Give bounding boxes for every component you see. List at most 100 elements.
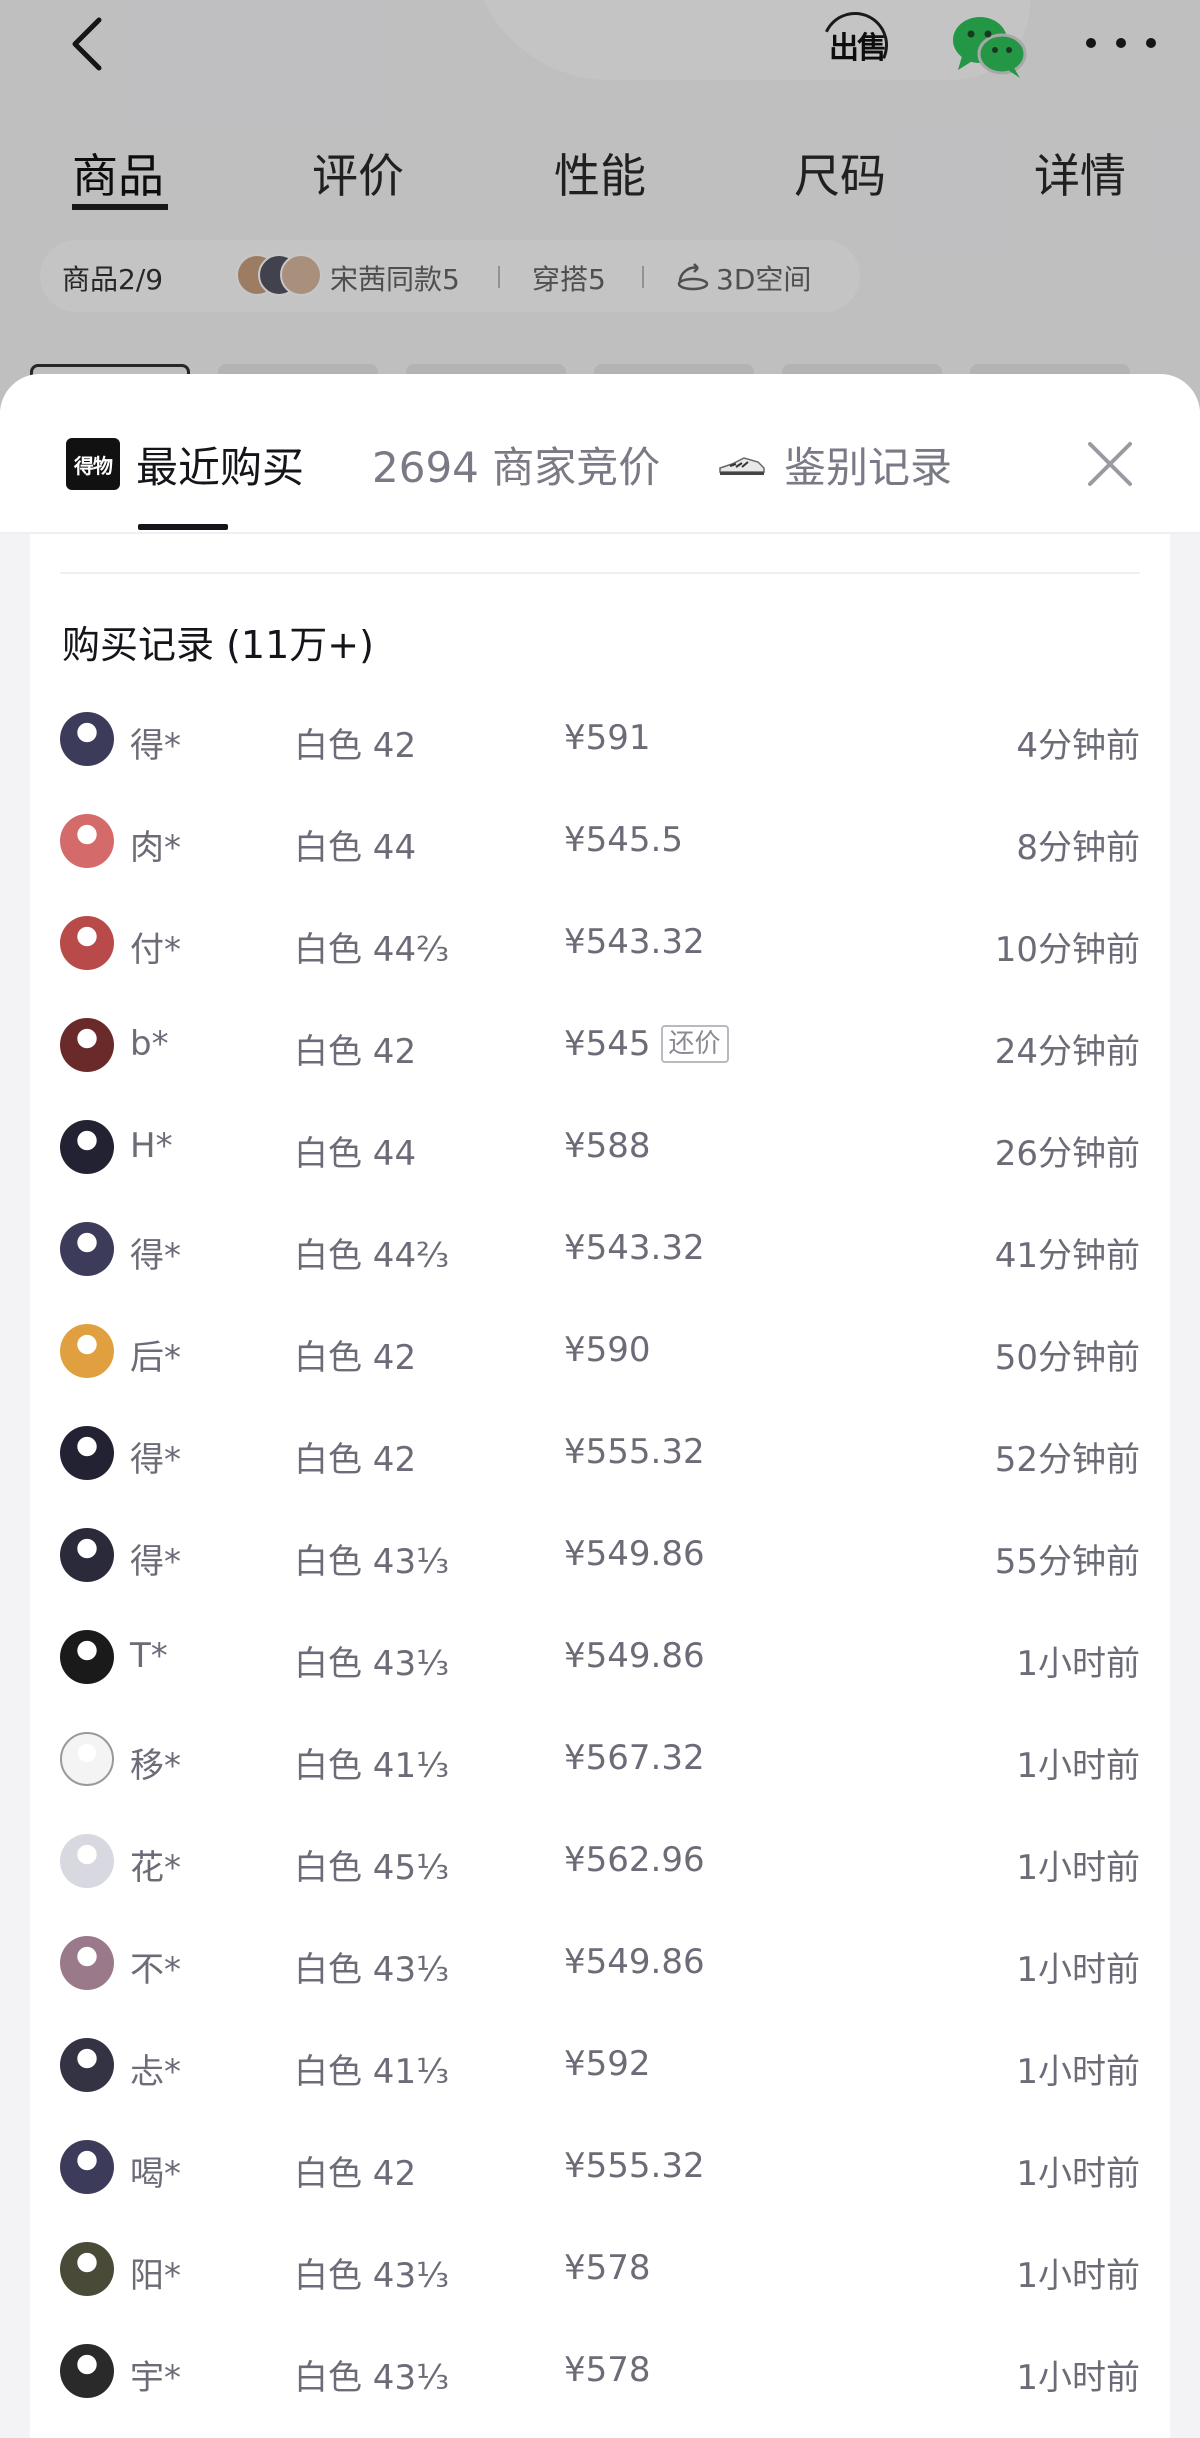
purchased-size: 白色 42 (294, 726, 417, 766)
price-value: ¥588 (564, 1126, 651, 1166)
avatar[interactable] (60, 2344, 114, 2398)
tab-performance[interactable]: 性能 (554, 140, 646, 206)
purchase-records-title: 购买记录 (11万+) (62, 623, 374, 667)
sheet-header: 得物 最近购买 2694 商家竞价 鉴别记录 (0, 374, 1200, 534)
divider (642, 266, 644, 288)
purchase-price: ¥592 (564, 2044, 651, 2084)
buyer-name: 忐* (130, 2052, 181, 2092)
purchased-size: 白色 44 (294, 828, 417, 868)
sneaker-icon (719, 457, 765, 475)
purchase-record-row: H* 白色 44 ¥588 26分钟前 (30, 1096, 1170, 1198)
purchase-time: 8分钟前 (1016, 828, 1140, 868)
avatar[interactable] (60, 1222, 114, 1276)
purchased-size: 白色 44⅔ (294, 930, 450, 970)
tab-reviews[interactable]: 评价 (312, 140, 404, 206)
avatar[interactable] (60, 1528, 114, 1582)
3d-space-link[interactable]: 3D空间 (716, 258, 811, 298)
back-button[interactable] (56, 14, 116, 74)
purchase-records-sheet: 得物 最近购买 2694 商家竞价 鉴别记录 购买记录 (11万+) 得* 白色… (0, 374, 1200, 2438)
purchase-record-row: 付* 白色 44⅔ ¥543.32 10分钟前 (30, 892, 1170, 994)
purchased-size: 白色 42 (294, 1338, 417, 1378)
buyer-name: b* (130, 1024, 169, 1064)
buyer-name: 得* (130, 726, 181, 766)
buyer-name: 宇* (130, 2358, 181, 2398)
tab-size[interactable]: 尺码 (794, 140, 886, 206)
purchase-record-row: 阳* 白色 43⅓ ¥578 1小时前 (30, 2218, 1170, 2320)
more-dot-icon (1116, 38, 1126, 48)
more-dot-icon (1146, 38, 1156, 48)
purchased-size: 白色 41⅓ (294, 2052, 450, 2092)
sell-button[interactable]: 出售 (812, 2, 898, 88)
avatar (280, 254, 322, 296)
wechat-icon (953, 17, 1027, 78)
tab-details[interactable]: 详情 (1034, 140, 1126, 206)
close-button[interactable] (1082, 436, 1138, 492)
purchase-record-row: 肉* 白色 44 ¥545.5 8分钟前 (30, 790, 1170, 892)
purchase-time: 1小时前 (1016, 1848, 1140, 1888)
tab-authentication-records[interactable]: 鉴别记录 (718, 434, 952, 494)
price-value: ¥578 (564, 2248, 651, 2288)
price-value: ¥549.86 (564, 1534, 705, 1574)
purchase-price: ¥543.32 (564, 922, 705, 962)
active-tab-indicator (72, 204, 168, 210)
purchase-record-row: 移* 白色 41⅓ ¥567.32 1小时前 (30, 1708, 1170, 1810)
avatar[interactable] (60, 2242, 114, 2296)
more-options-button[interactable] (1086, 26, 1156, 60)
buyer-name: 后* (130, 1338, 181, 1378)
purchase-price: ¥545.5 (564, 820, 683, 860)
purchase-price: ¥588 (564, 1126, 651, 1166)
purchase-price: ¥591 (564, 718, 651, 758)
avatar[interactable] (60, 2140, 114, 2194)
buyer-name: 不* (130, 1950, 181, 1990)
outfit-link[interactable]: 穿搭5 (532, 258, 606, 298)
avatar[interactable] (60, 2038, 114, 2092)
product-tabs: 商品 评价 性能 尺码 详情 (0, 140, 1200, 210)
sheet-body[interactable]: 购买记录 (11万+) 得* 白色 42 ¥591 4分钟前肉* 白色 44 ¥545.5… (0, 534, 1200, 2438)
purchase-price: ¥590 (564, 1330, 651, 1370)
avatar[interactable] (60, 712, 114, 766)
purchase-time: 4分钟前 (1016, 726, 1140, 766)
same-style-link[interactable]: 宋茜同款5 (330, 258, 460, 298)
avatar[interactable] (60, 1732, 114, 1786)
buyer-name: 移* (130, 1746, 181, 1786)
purchase-time: 1小时前 (1016, 2052, 1140, 2092)
purchase-time: 24分钟前 (994, 1032, 1140, 1072)
purchase-records-card: 购买记录 (11万+) 得* 白色 42 ¥591 4分钟前肉* 白色 44 ¥545.5… (30, 534, 1170, 2438)
price-value: ¥567.32 (564, 1738, 705, 1778)
avatar[interactable] (60, 1120, 114, 1174)
avatar[interactable] (60, 1426, 114, 1480)
active-tab-indicator (138, 524, 228, 530)
purchase-price: ¥555.32 (564, 2146, 705, 2186)
purchase-price: ¥555.32 (564, 1432, 705, 1472)
avatar[interactable] (60, 1936, 114, 1990)
tab-merchant-bids[interactable]: 2694 商家竞价 (372, 434, 660, 494)
purchase-price: ¥549.86 (564, 1636, 705, 1676)
wechat-share-button[interactable] (950, 12, 1028, 80)
avatar[interactable] (60, 1324, 114, 1378)
avatar[interactable] (60, 1018, 114, 1072)
buyer-name: 肉* (130, 828, 181, 868)
avatar[interactable] (60, 916, 114, 970)
more-dot-icon (1086, 38, 1096, 48)
avatar[interactable] (60, 814, 114, 868)
image-position[interactable]: 商品2/9 (62, 258, 163, 298)
avatar[interactable] (60, 1630, 114, 1684)
buyer-name: T* (130, 1636, 168, 1676)
avatar[interactable] (60, 1834, 114, 1888)
purchased-size: 白色 43⅓ (294, 1542, 450, 1582)
purchase-time: 1小时前 (1016, 2154, 1140, 2194)
tab-product[interactable]: 商品 (72, 140, 164, 206)
purchased-size: 白色 44 (294, 1134, 417, 1174)
media-sub-bar: 商品2/9 宋茜同款5 穿搭5 3D空间 (40, 240, 860, 312)
purchased-size: 白色 42 (294, 1032, 417, 1072)
buyer-name: 喝* (130, 2154, 181, 2194)
price-value: ¥578 (564, 2350, 651, 2390)
price-value: ¥591 (564, 718, 651, 758)
buyer-name: 付* (130, 930, 181, 970)
back-arrow-icon (72, 17, 102, 71)
celebrity-avatars (236, 254, 326, 298)
purchase-record-row: 宇* 白色 43⅓ ¥578 1小时前 (30, 2320, 1170, 2422)
buyer-name: 得* (130, 1440, 181, 1480)
tab-recent-purchases[interactable]: 得物 最近购买 (66, 434, 304, 494)
bargain-badge: 还价 (660, 1025, 729, 1063)
